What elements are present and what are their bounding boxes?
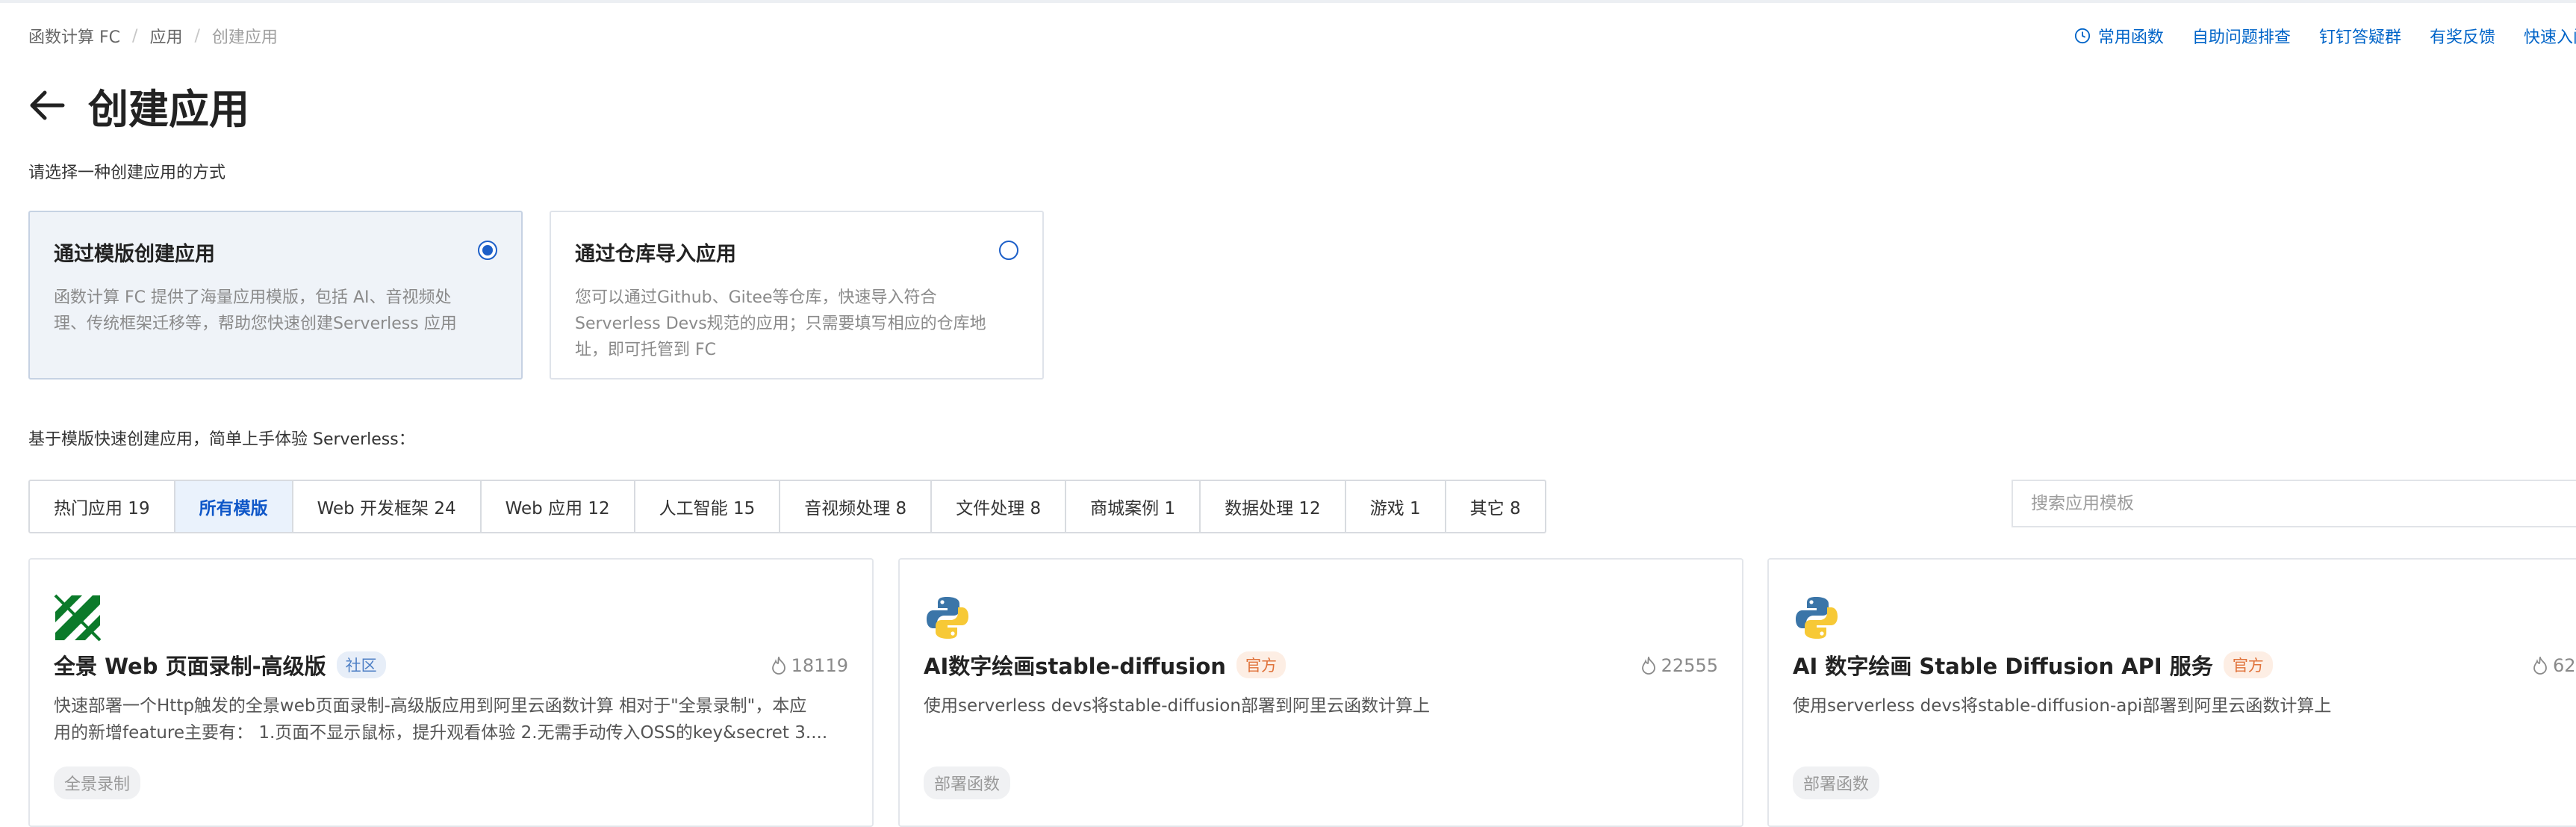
app-description: 快速部署一个Http触发的全景web页面录制-高级版应用到阿里云函数计算 相对于… [54, 693, 848, 746]
tab-hot-apps[interactable]: 热门应用 19 [30, 481, 175, 532]
method-title: 通过模版创建应用 [54, 243, 215, 266]
link-dingtalk-group[interactable]: 钉钉答疑群 [2319, 24, 2401, 48]
tab-web-framework[interactable]: Web 开发框架 24 [293, 481, 482, 532]
desc-line: 用的新增feature主要有： 1.页面不显示鼠标，提升观看体验 2.无需手动传… [54, 723, 828, 743]
link-quick-start[interactable]: 快速入门 [2524, 24, 2576, 48]
popularity-count: 22555 [1661, 655, 1718, 676]
community-badge: 社区 [336, 651, 386, 678]
desc-line: Serverless Devs规范的应用；只需要填写相应的仓库地 [575, 315, 986, 333]
link-label: 常用函数 [2097, 28, 2164, 47]
tab-all-templates[interactable]: 所有模版 [175, 481, 293, 532]
link-self-troubleshoot[interactable]: 自助问题排查 [2192, 24, 2291, 48]
method-card-repository[interactable]: 通过仓库导入应用 您可以通过Github、Gitee等仓库，快速导入符合 Ser… [550, 211, 1044, 380]
official-badge: 官方 [2223, 651, 2273, 678]
app-name[interactable]: 全景 Web 页面录制-高级版 [54, 649, 326, 681]
tab-ecommerce[interactable]: 商城案例 1 [1066, 481, 1201, 532]
app-card[interactable]: AI数字绘画stable-diffusion 官方 22555 使用server… [898, 558, 1743, 827]
method-prompt: 请选择一种创建应用的方式 [28, 164, 226, 182]
app-name[interactable]: AI数字绘画stable-diffusion [924, 649, 1226, 681]
popularity: 18119 [771, 655, 848, 676]
tab-others[interactable]: 其它 8 [1446, 481, 1545, 532]
category-tabs: 热门应用 19 所有模版 Web 开发框架 24 Web 应用 12 人工智能 … [28, 480, 1546, 533]
method-description: 函数计算 FC 提供了海量应用模版，包括 AI、音视频处 理、传统框架迁移等，帮… [54, 285, 497, 337]
tab-file-processing[interactable]: 文件处理 8 [932, 481, 1067, 532]
official-badge: 官方 [1236, 651, 1286, 678]
breadcrumb-separator: / [132, 26, 138, 46]
page-title: 创建应用 [88, 86, 249, 133]
tab-audio-video[interactable]: 音视频处理 8 [780, 481, 933, 532]
desc-line: 快速部署一个Http触发的全景web页面录制-高级版应用到阿里云函数计算 相对于… [54, 696, 807, 716]
search-input[interactable] [2012, 480, 2576, 527]
app-card[interactable]: 全景 Web 页面录制-高级版 社区 18119 快速部署一个Http触发的全景… [28, 558, 874, 827]
top-divider [0, 0, 2576, 3]
breadcrumb-separator: / [194, 26, 200, 46]
desc-line: 使用serverless devs将stable-diffusion部署到阿里云… [924, 696, 1430, 716]
app-card[interactable]: AI 数字绘画 Stable Diffusion API 服务 官方 62 使用… [1767, 558, 2576, 827]
tab-games[interactable]: 游戏 1 [1346, 481, 1446, 532]
radio-unselected[interactable] [999, 241, 1018, 260]
popularity-count: 18119 [791, 655, 848, 676]
link-common-functions[interactable]: 常用函数 [2074, 24, 2164, 48]
method-title: 通过仓库导入应用 [575, 243, 736, 266]
breadcrumb-apps[interactable]: 应用 [149, 24, 182, 48]
back-arrow-icon[interactable] [28, 88, 66, 123]
app-description: 使用serverless devs将stable-diffusion-api部署… [1793, 693, 2576, 719]
breadcrumb-fc[interactable]: 函数计算 FC [28, 24, 120, 48]
desc-line: 使用serverless devs将stable-diffusion-api部署… [1793, 696, 2332, 716]
popularity-count: 62 [2553, 655, 2576, 676]
top-links: 常用函数 自助问题排查 钉钉答疑群 有奖反馈 快速入门 帮助 [2074, 24, 2576, 48]
breadcrumb-current: 创建应用 [211, 28, 278, 47]
desc-line: 您可以通过Github、Gitee等仓库，快速导入符合 [575, 288, 937, 307]
popularity: 62 [2532, 655, 2576, 676]
tab-web-apps[interactable]: Web 应用 12 [482, 481, 635, 532]
popularity: 22555 [1640, 655, 1718, 676]
desc-line: 址，即可托管到 FC [575, 341, 717, 359]
app-tag: 部署函数 [924, 766, 1011, 799]
flame-icon [771, 657, 785, 675]
desc-line: 函数计算 FC 提供了海量应用模版，包括 AI、音视频处 [54, 288, 452, 307]
app-title-row: AI数字绘画stable-diffusion 官方 [924, 649, 1286, 681]
tab-ai[interactable]: 人工智能 15 [635, 481, 781, 532]
app-title-row: AI 数字绘画 Stable Diffusion API 服务 官方 [1793, 649, 2273, 681]
desc-line: 理、传统框架迁移等，帮助您快速创建Serverless 应用 [54, 315, 457, 333]
python-logo-icon [1796, 597, 1838, 639]
flame-icon [2533, 657, 2547, 675]
app-title-row: 全景 Web 页面录制-高级版 社区 [54, 649, 386, 681]
section-label: 基于模版快速创建应用，简单上手体验 Serverless： [28, 430, 415, 449]
method-card-template[interactable]: 通过模版创建应用 函数计算 FC 提供了海量应用模版，包括 AI、音视频处 理、… [28, 211, 523, 380]
flame-icon [1641, 657, 1655, 675]
python-logo-icon [927, 597, 968, 639]
tab-data-processing[interactable]: 数据处理 12 [1201, 481, 1346, 532]
radio-selected[interactable] [478, 241, 497, 260]
breadcrumb: 函数计算 FC / 应用 / 创建应用 [28, 24, 278, 48]
app-description: 使用serverless devs将stable-diffusion部署到阿里云… [924, 693, 1718, 719]
app-name[interactable]: AI 数字绘画 Stable Diffusion API 服务 [1793, 649, 2213, 681]
app-tag: 部署函数 [1793, 766, 1880, 799]
link-feedback[interactable]: 有奖反馈 [2430, 24, 2495, 48]
ffmpeg-logo-icon [54, 594, 102, 642]
method-description: 您可以通过Github、Gitee等仓库，快速导入符合 Serverless D… [575, 285, 1018, 363]
app-tag: 全景录制 [54, 766, 141, 799]
clock-icon [2074, 28, 2090, 44]
